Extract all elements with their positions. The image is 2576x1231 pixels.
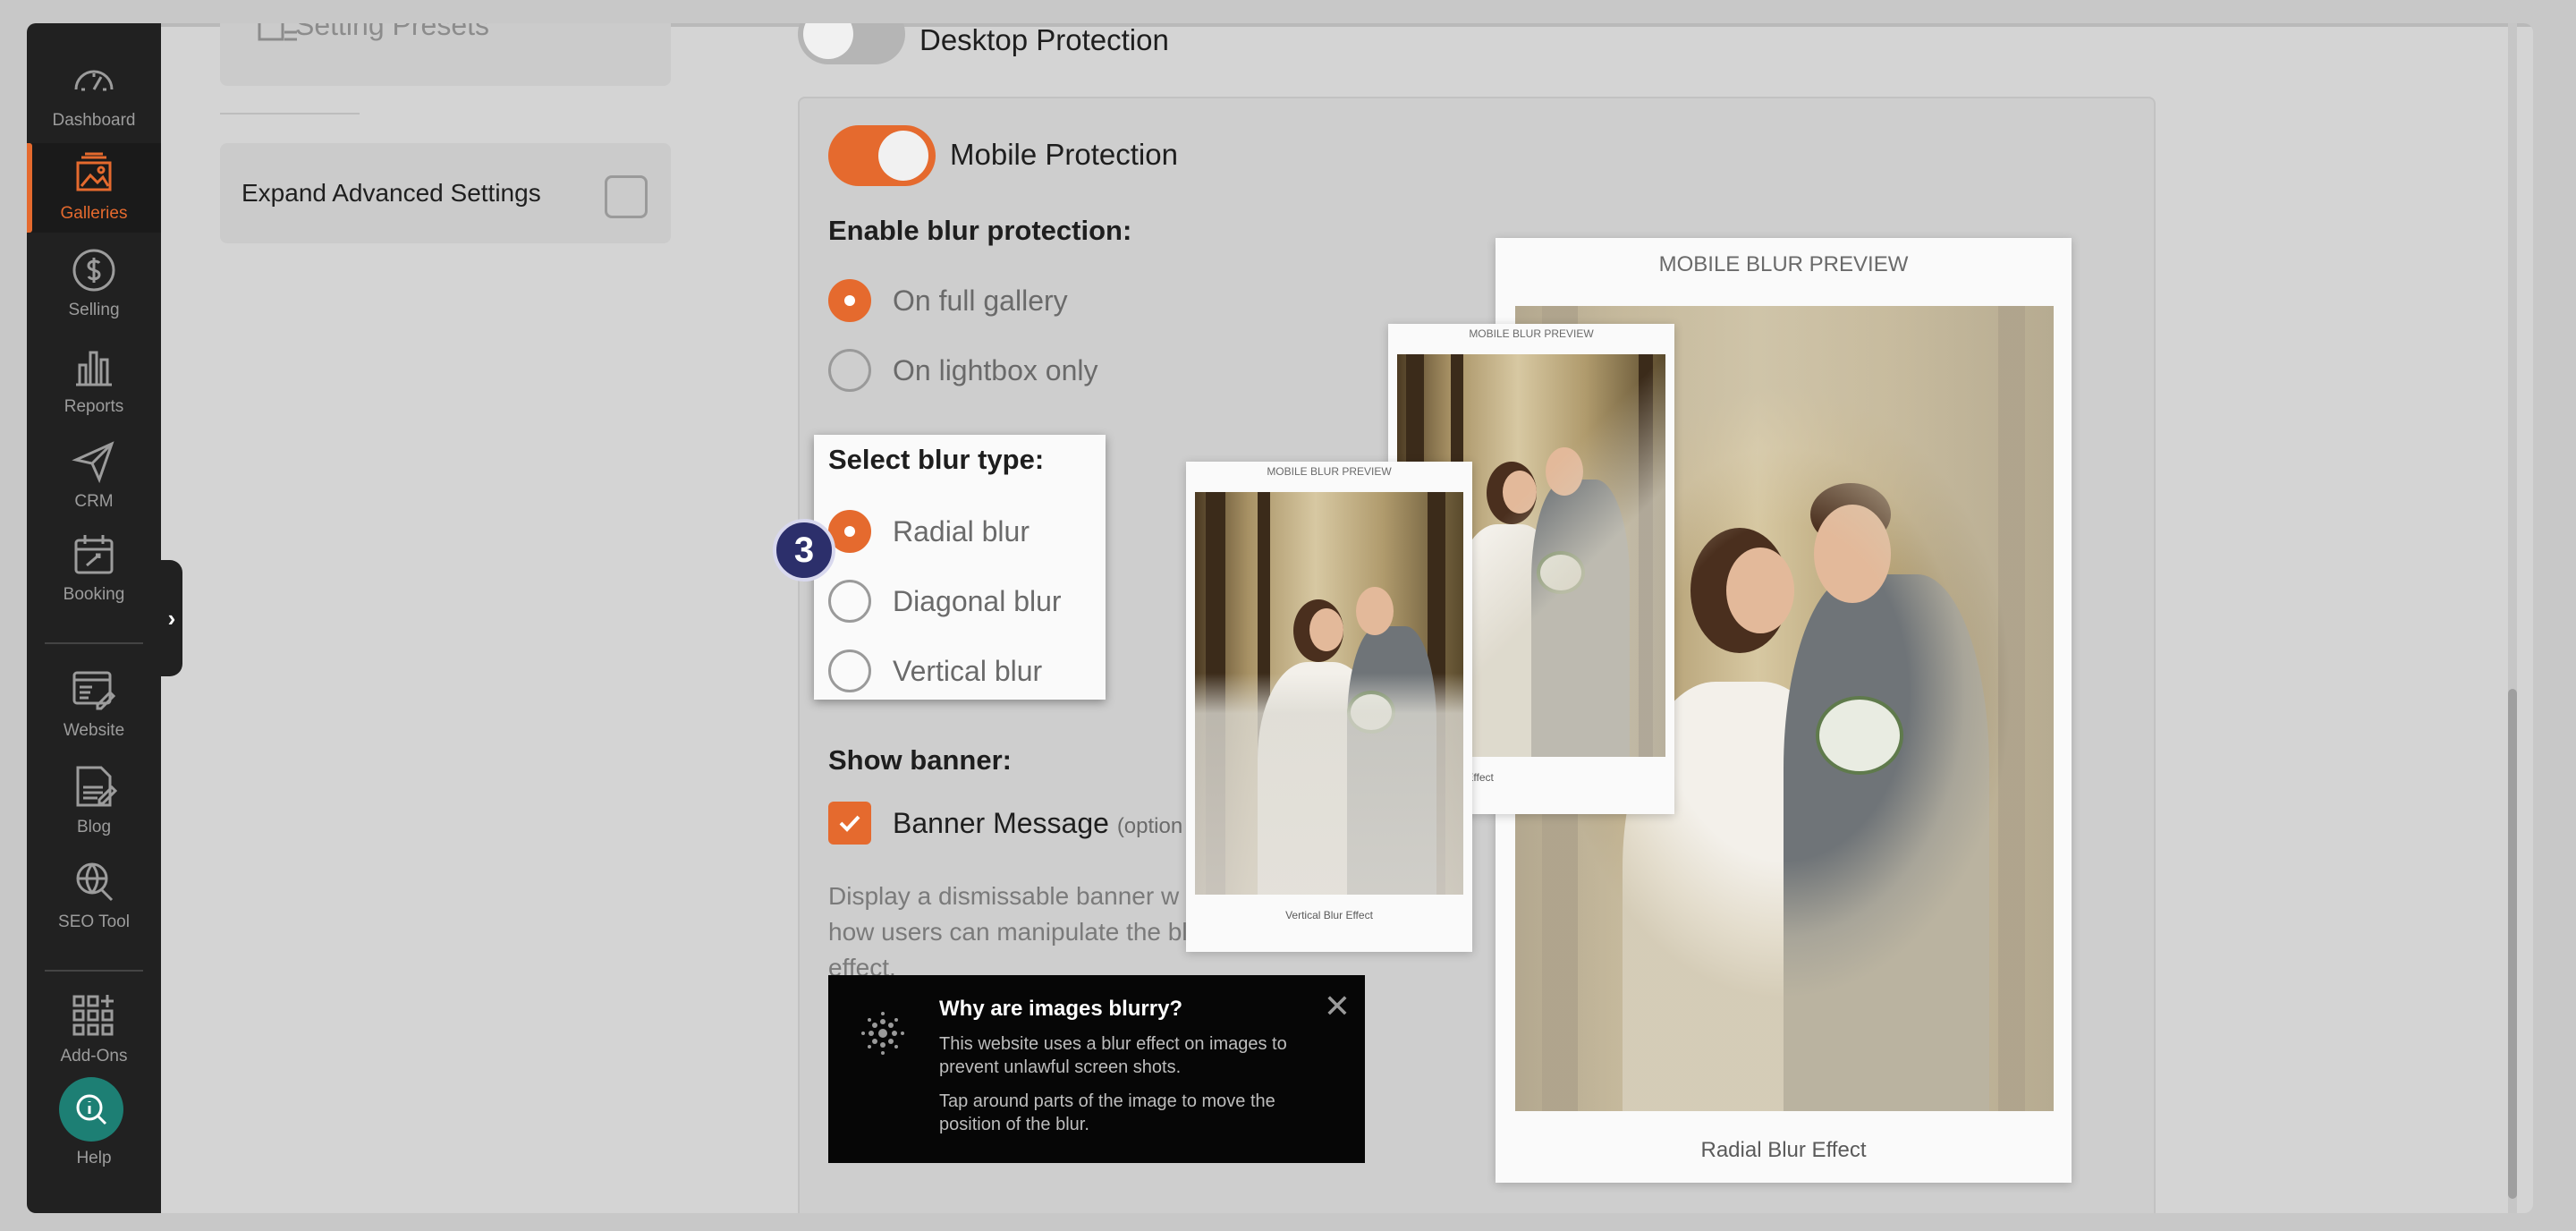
radio-vertical-blur[interactable] <box>828 649 871 692</box>
preview-header: MOBILE BLUR PREVIEW <box>1658 252 1909 276</box>
show-banner-heading: Show banner: <box>828 744 1012 776</box>
app-window: Dashboard Galleries Selling Reports CRM … <box>27 23 2533 1213</box>
checkmark-icon <box>839 815 860 832</box>
toggle-knob <box>878 131 928 181</box>
blur-type-heading: Select blur type: <box>828 444 1045 475</box>
calendar-icon <box>74 535 114 574</box>
vertical-preview-photo <box>1195 492 1463 895</box>
toggle-knob <box>803 23 853 59</box>
divider <box>220 113 360 115</box>
sidebar-item-selling[interactable]: Selling <box>27 240 161 326</box>
radio-diagonal-blur-label: Diagonal blur <box>893 585 1062 617</box>
sidebar-item-seo-tool[interactable]: SEO Tool <box>27 852 161 938</box>
sidebar-item-add-ons[interactable]: Add-Ons <box>27 986 161 1072</box>
radio-lightbox-only[interactable] <box>828 349 871 392</box>
radio-vertical-blur-label: Vertical blur <box>893 655 1043 687</box>
banner-optional-text: (option <box>1116 814 1183 838</box>
blog-doc-icon <box>76 766 117 807</box>
paper-plane-icon <box>72 441 114 484</box>
sidebar: Dashboard Galleries Selling Reports CRM … <box>27 23 161 1213</box>
mobile-protection-label: Mobile Protection <box>950 138 1178 171</box>
expand-advanced-settings-label: Expand Advanced Settings <box>242 179 541 207</box>
scrollbar-thumb[interactable] <box>2508 689 2517 1199</box>
radio-radial-blur-label: Radial blur <box>893 515 1030 548</box>
vertical-blur-preview-card: MOBILE BLUR PREVIEW Vertical Blur Effect <box>1186 462 1472 952</box>
mobile-protection-toggle[interactable] <box>828 125 936 186</box>
help-label: Help <box>76 1149 112 1167</box>
vertical-caption: Vertical Blur Effect <box>1285 909 1373 921</box>
expand-advanced-settings-card: Expand Advanced Settings <box>220 143 671 243</box>
banner-message-text: Banner Message <box>893 807 1109 839</box>
step-badge: 3 <box>773 519 835 582</box>
setting-presets-label: Setting Presets <box>295 23 489 41</box>
preview-header: MOBILE BLUR PREVIEW <box>1267 465 1392 478</box>
sidebar-item-blog[interactable]: Blog <box>27 757 161 843</box>
radio-full-gallery[interactable] <box>828 279 871 322</box>
sidebar-divider <box>45 642 143 644</box>
sidebar-divider <box>45 970 143 972</box>
radio-diagonal-blur[interactable] <box>828 580 871 623</box>
blur-dots-icon <box>861 1012 904 1055</box>
sidebar-item-galleries[interactable]: Galleries <box>27 143 161 233</box>
sidebar-item-dashboard[interactable]: Dashboard <box>27 50 161 136</box>
sidebar-item-crm[interactable]: CRM <box>27 431 161 517</box>
setting-presets-card[interactable]: Setting Presets <box>220 23 671 86</box>
presets-sliders-icon <box>258 23 297 41</box>
banner-message-label: Banner Message (option <box>893 807 1182 840</box>
banner-preview-text-1: This website uses a blur effect on image… <box>939 1034 1287 1077</box>
bar-chart-icon <box>76 351 112 386</box>
vertical-blur-overlay <box>1195 492 1463 895</box>
radio-full-gallery-label: On full gallery <box>893 284 1068 317</box>
expand-advanced-settings-checkbox[interactable] <box>605 175 648 218</box>
sidebar-item-booking[interactable]: Booking <box>27 524 161 610</box>
gauge-icon <box>74 70 114 91</box>
help-button[interactable] <box>59 1077 123 1142</box>
chevron-right-icon: › <box>167 604 176 632</box>
image-stack-icon <box>76 152 112 191</box>
radial-caption: Radial Blur Effect <box>1700 1138 1867 1162</box>
desktop-protection-toggle[interactable] <box>798 23 905 64</box>
preview-header: MOBILE BLUR PREVIEW <box>1469 327 1594 340</box>
close-icon[interactable]: ✕ <box>1324 988 1351 1025</box>
enable-blur-heading: Enable blur protection: <box>828 215 1132 246</box>
banner-preview-text-2: Tap around parts of the image to move th… <box>939 1091 1275 1134</box>
sidebar-item-reports[interactable]: Reports <box>27 336 161 422</box>
website-edit-icon <box>72 671 116 710</box>
sidebar-expand-handle[interactable]: › <box>161 560 182 676</box>
banner-preview-title: Why are images blurry? <box>939 997 1183 1021</box>
desktop-protection-label: Desktop Protection <box>919 23 1169 56</box>
sidebar-item-website[interactable]: Website <box>27 660 161 746</box>
banner-message-checkbox[interactable] <box>828 802 871 845</box>
radio-lightbox-only-label: On lightbox only <box>893 354 1098 386</box>
banner-preview: Why are images blurry? This website uses… <box>828 975 1365 1163</box>
help-search-icon <box>76 1094 107 1125</box>
dollar-icon <box>72 249 115 292</box>
grid-plus-icon <box>72 995 114 1036</box>
seo-globe-icon <box>76 862 114 902</box>
